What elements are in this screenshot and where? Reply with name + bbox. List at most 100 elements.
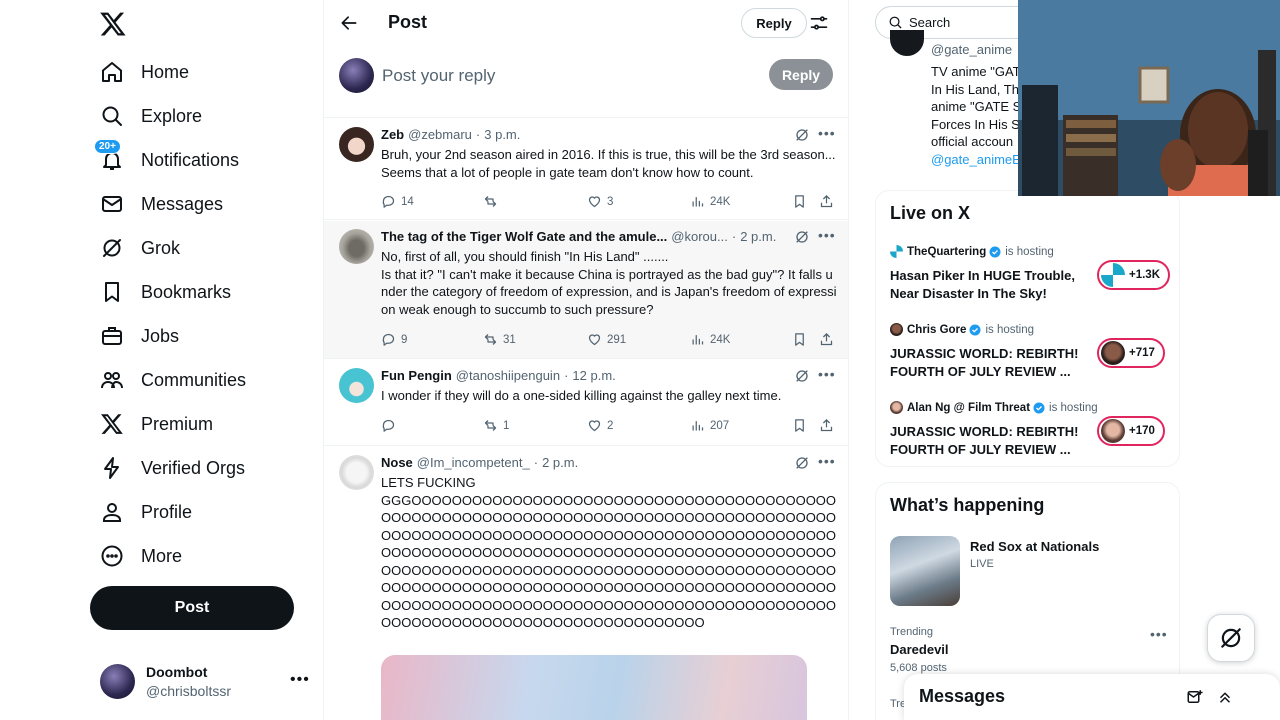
share-icon[interactable] [819,194,839,209]
tweet-time[interactable]: 2 p.m. [542,455,578,470]
reply-action[interactable]: 9 [381,332,407,347]
separator-dot: · [475,127,481,142]
like-action[interactable]: 291 [587,332,626,347]
reply-count: 9 [401,333,408,346]
share-icon[interactable] [819,332,839,347]
profile-handle[interactable]: @gate_anime [931,42,1012,57]
tweet-time[interactable]: 3 p.m. [484,127,520,142]
account-handle: @chrisboltssr [146,682,232,699]
grok-icon[interactable] [794,229,810,245]
tweet-author-name[interactable]: The tag of the Tiger Wolf Gate and the a… [381,229,667,244]
nav-explore[interactable]: Explore [100,102,202,130]
avatar[interactable] [339,127,374,162]
nav-bookmarks[interactable]: Bookmarks [100,278,231,306]
listener-count[interactable]: +170 [1097,416,1165,446]
nav-verified-orgs[interactable]: Verified Orgs [100,454,245,482]
grok-icon[interactable] [794,368,810,384]
trend-item[interactable]: Trending Daredevil 5,608 posts ••• [890,626,1170,676]
more-dots-icon[interactable]: ••• [290,671,310,689]
post-button[interactable]: Post [90,586,294,630]
nav-jobs[interactable]: Jobs [100,322,179,350]
tweet-time[interactable]: 12 p.m. [572,368,615,383]
tweet-author-handle[interactable]: @tanoshiipenguin [456,368,560,383]
views-action[interactable]: 24K [690,332,730,347]
bookmark-icon[interactable] [792,418,812,433]
tweet-author-handle[interactable]: @zebmaru [408,127,472,142]
back-arrow-icon[interactable] [339,13,359,33]
event-status: LIVE [970,558,994,570]
tweet-media-image[interactable] [381,655,807,720]
more-dots-icon[interactable]: ••• [818,227,836,243]
avatar[interactable] [339,455,374,490]
nav-more[interactable]: More [100,542,182,570]
views-action[interactable]: 207 [690,418,729,433]
nav-grok[interactable]: Grok [100,234,180,262]
reply-tweet[interactable]: Nose @Im_incompetent_ · 2 p.m. ••• LETS … [324,447,848,720]
more-dots-icon[interactable]: ••• [818,453,836,469]
live-item[interactable]: Chris Gore is hosting JURASSIC WORLD: RE… [890,323,1170,383]
x-premium-icon [100,412,124,436]
nav-notifications[interactable]: 20+ Notifications [94,139,239,174]
sliders-icon[interactable] [809,13,829,33]
nav-label: Profile [141,501,193,522]
new-message-icon[interactable] [1186,688,1204,706]
page-title: Post [388,12,428,32]
reply-composer: Post your reply Reply [324,50,848,118]
trend-event[interactable]: Red Sox at Nationals LIVE [890,536,1170,606]
repost-action[interactable]: 1 [483,418,509,433]
nav-premium[interactable]: Premium [100,410,213,438]
live-on-x-panel: Live on X TheQuartering is hosting Hasan… [875,190,1180,467]
nav-communities[interactable]: Communities [100,366,246,394]
more-dots-icon[interactable]: ••• [1150,626,1168,642]
bio-link[interactable]: @gate_animeE [931,151,1021,169]
views-action[interactable]: 24K [690,194,730,209]
grok-floating-button[interactable] [1207,614,1255,662]
verified-badge-icon [969,324,981,335]
grok-icon[interactable] [794,127,810,143]
tweet-author-name[interactable]: Nose [381,455,413,470]
reply-input[interactable]: Post your reply [382,66,495,86]
tweet-author-name[interactable]: Fun Pengin [381,368,452,383]
bookmark-icon[interactable] [792,194,812,209]
grok-icon [100,236,124,260]
avatar[interactable] [339,229,374,264]
bookmark-icon[interactable] [792,332,812,347]
live-item[interactable]: TheQuartering is hosting Hasan Piker In … [890,245,1171,305]
tweet-author-handle[interactable]: @korou... [671,229,728,244]
host-avatar [890,245,903,258]
messages-drawer[interactable]: Messages [904,674,1280,720]
grok-icon[interactable] [794,455,810,471]
more-dots-icon[interactable]: ••• [818,366,836,382]
share-icon[interactable] [819,418,839,433]
reply-tweet[interactable]: Fun Pengin @tanoshiipenguin · 12 p.m. ••… [324,360,848,446]
expand-chevrons-icon[interactable] [1216,688,1234,706]
reply-action[interactable]: 14 [381,194,414,209]
live-item[interactable]: Alan Ng @ Film Threat is hosting JURASSI… [890,401,1170,461]
nav-profile[interactable]: Profile [100,498,192,526]
repost-action[interactable]: 31 [483,332,516,347]
listener-count-value: +1.3K [1129,269,1161,281]
separator-dot: · [731,229,737,244]
account-switcher[interactable]: Doombot @chrisboltssr ••• [100,661,310,701]
reply-action[interactable] [381,418,401,433]
reply-tweet[interactable]: Zeb @zebmaru · 3 p.m. ••• Bruh, your 2nd… [324,119,848,220]
tweet-text: I wonder if they will do a one-sided kil… [381,388,782,403]
reply-tweet[interactable]: The tag of the Tiger Wolf Gate and the a… [324,221,848,359]
reply-submit-button[interactable]: Reply [769,59,833,90]
tweet-author-handle[interactable]: @Im_incompetent_ [417,455,530,470]
avatar[interactable] [339,368,374,403]
listener-count[interactable]: +717 [1097,338,1165,368]
like-action[interactable]: 3 [587,194,613,209]
repost-action[interactable] [483,194,503,209]
event-thumbnail [890,536,960,606]
like-action[interactable]: 2 [587,418,613,433]
x-logo-icon[interactable] [99,10,127,38]
tweet-author-name[interactable]: Zeb [381,127,404,142]
more-dots-icon[interactable]: ••• [818,125,836,141]
listener-count-value: +717 [1129,347,1155,359]
nav-messages[interactable]: Messages [100,190,223,218]
reply-filter-button[interactable]: Reply [741,8,807,38]
listener-count[interactable]: +1.3K [1097,260,1171,290]
tweet-time[interactable]: 2 p.m. [740,229,776,244]
nav-home[interactable]: Home [100,58,189,86]
